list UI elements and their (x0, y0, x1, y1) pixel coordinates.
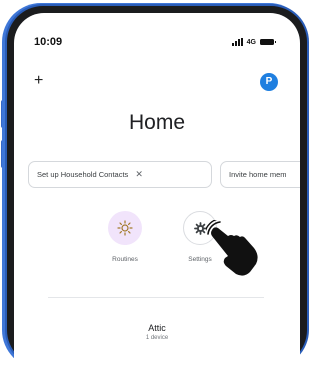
routines-label: Routines (112, 256, 138, 263)
close-icon[interactable]: ✕ (135, 169, 143, 180)
room-device-count: 1 device (145, 335, 169, 341)
chip-household-contacts[interactable]: Set up Household Contacts ✕ (28, 161, 212, 188)
chip-label: Invite home mem (229, 170, 287, 179)
room-name[interactable]: Attic (14, 323, 300, 333)
plus-icon[interactable]: + (34, 73, 43, 89)
volume-button (1, 100, 5, 128)
phone-screen: 10:09 4G + P Home Set up Household Conta… (14, 13, 300, 366)
routines-button[interactable]: Routines (102, 211, 148, 263)
network-type: 4G (246, 38, 256, 46)
status-time: 10:09 (34, 36, 63, 48)
volume-button (1, 140, 5, 168)
page-title: Home (128, 111, 186, 134)
avatar[interactable]: P (260, 73, 278, 91)
battery-icon (260, 39, 276, 45)
routines-icon (108, 211, 142, 245)
status-icons: 4G (231, 38, 276, 46)
signal-icon (231, 38, 243, 46)
chip-label: Set up Household Contacts (37, 170, 129, 179)
phone-frame: 10:09 4G + P Home Set up Household Conta… (7, 6, 307, 366)
chip-invite-home-member[interactable]: Invite home mem (220, 161, 300, 188)
pointing-hand-icon (206, 220, 258, 276)
divider (48, 297, 264, 298)
